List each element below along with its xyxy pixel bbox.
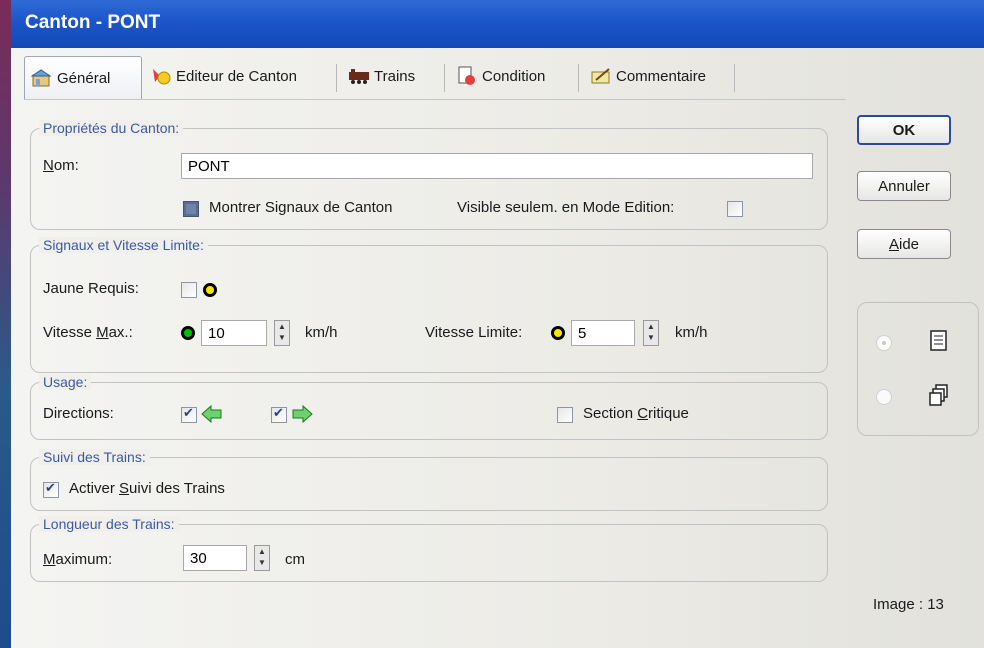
vlimit-input[interactable]: [571, 320, 635, 346]
vlimit-unit: km/h: [675, 324, 708, 341]
tab-label: Commentaire: [616, 67, 707, 85]
tab-condition[interactable]: Condition: [450, 56, 574, 96]
arrow-left-icon: [201, 404, 223, 428]
group-title: Usage:: [39, 374, 92, 390]
general-icon: [30, 68, 53, 88]
view-mode-panel: [857, 302, 979, 436]
tab-label: Général: [57, 69, 111, 87]
signals-group: Signaux et Vitesse Limite: Jaune Requis:…: [30, 237, 828, 373]
tab-divider: [336, 64, 337, 92]
list-view-icon: [928, 329, 950, 357]
condition-icon: [456, 66, 478, 86]
cascade-view-icon: [928, 383, 950, 411]
tab-commentaire[interactable]: Commentaire: [584, 56, 730, 96]
tab-general[interactable]: Général: [24, 56, 142, 99]
group-title: Propriétés du Canton:: [39, 120, 184, 136]
tab-divider: [734, 64, 735, 92]
tab-label: Editeur de Canton: [176, 67, 297, 85]
tab-baseline: [24, 99, 846, 100]
enable-tracking-checkbox[interactable]: [43, 480, 59, 498]
yellow-required-label: Jaune Requis:: [43, 280, 139, 297]
view-list-radio[interactable]: [876, 335, 892, 351]
yellow-required-checkbox[interactable]: [181, 282, 197, 298]
window-title: Canton - PONT: [25, 12, 161, 33]
direction-right-checkbox[interactable]: [271, 405, 287, 423]
image-counter: Image : 13: [873, 596, 944, 613]
tab-label: Condition: [482, 67, 546, 85]
help-button[interactable]: Aide: [857, 229, 951, 259]
name-label: Nom:: [43, 157, 79, 174]
dialog-window: Canton - PONT Général Editeur de Canton …: [11, 0, 984, 648]
vmax-label: Vitesse Max.:: [43, 324, 133, 341]
editor-icon: [150, 66, 172, 86]
ok-button[interactable]: OK: [857, 115, 951, 145]
max-length-spinner[interactable]: ▲ ▼: [254, 545, 270, 571]
title-bar[interactable]: Canton - PONT: [11, 0, 984, 48]
green-signal-icon: [181, 326, 195, 340]
max-length-input[interactable]: [183, 545, 247, 571]
trains-icon: [348, 66, 370, 86]
tab-divider: [578, 64, 579, 92]
max-length-unit: cm: [285, 551, 305, 568]
vlimit-spinner[interactable]: ▲ ▼: [643, 320, 659, 346]
tab-trains[interactable]: Trains: [342, 56, 440, 96]
tab-editeur[interactable]: Editeur de Canton: [144, 56, 330, 96]
enable-tracking-label: Activer Suivi des Trains: [69, 480, 225, 497]
visible-edit-checkbox[interactable]: [727, 201, 743, 217]
show-signals-label: Montrer Signaux de Canton: [209, 199, 393, 216]
critical-section-checkbox[interactable]: [557, 407, 573, 423]
direction-left-checkbox[interactable]: [181, 405, 197, 423]
group-title: Longueur des Trains:: [39, 516, 179, 532]
visible-edit-label: Visible seulem. en Mode Edition:: [457, 199, 675, 216]
vmax-input[interactable]: [201, 320, 267, 346]
tab-strip: Général Editeur de Canton Trains Conditi…: [24, 56, 736, 100]
group-title: Signaux et Vitesse Limite:: [39, 237, 208, 253]
tab-divider: [444, 64, 445, 92]
length-group: Longueur des Trains: Maximum: ▲▼ cm: [30, 516, 828, 582]
canton-properties-group: Propriétés du Canton: Nom: Montrer Signa…: [30, 120, 828, 230]
usage-group: Usage: Directions: Section Critique: [30, 374, 828, 440]
background-window-edge: [0, 0, 11, 648]
group-title: Suivi des Trains:: [39, 449, 150, 465]
yellow-signal-icon: [551, 326, 565, 340]
tracking-group: Suivi des Trains: Activer Suivi des Trai…: [30, 449, 828, 511]
cancel-button[interactable]: Annuler: [857, 171, 951, 201]
yellow-signal-icon: [203, 283, 217, 297]
vlimit-label: Vitesse Limite:: [425, 324, 523, 341]
show-signals-checkbox[interactable]: [183, 201, 199, 217]
view-cascade-radio[interactable]: [876, 389, 892, 405]
arrow-right-icon: [291, 404, 313, 428]
critical-section-label: Section Critique: [583, 405, 689, 422]
comment-icon: [590, 66, 612, 86]
tab-label: Trains: [374, 67, 416, 85]
vmax-unit: km/h: [305, 324, 338, 341]
directions-label: Directions:: [43, 405, 114, 422]
vmax-spinner[interactable]: ▲ ▼: [274, 320, 290, 346]
max-length-label: Maximum:: [43, 551, 113, 568]
name-input[interactable]: [181, 153, 813, 179]
